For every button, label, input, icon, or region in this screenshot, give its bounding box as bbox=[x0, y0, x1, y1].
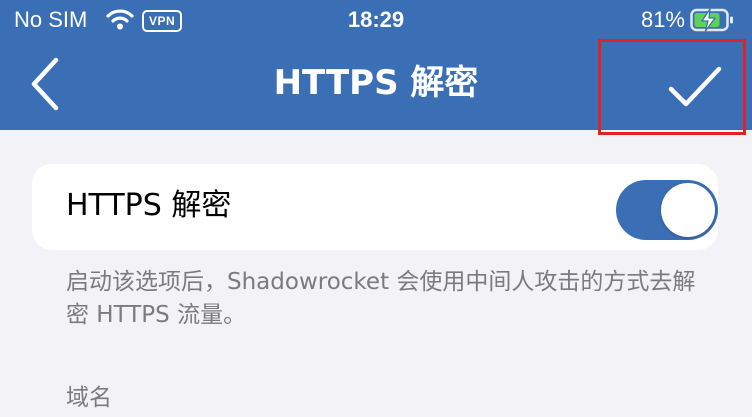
description-text: 启动该选项后，Shadowrocket 会使用中间人攻击的方式去解密 HTTPS… bbox=[66, 269, 696, 328]
status-time: 18:29 bbox=[347, 7, 405, 32]
checkmark-icon bbox=[668, 66, 722, 107]
top-bar: No SIM VPN 18:29 81% HTTPS 解密 bbox=[0, 0, 752, 135]
https-decryption-toggle[interactable] bbox=[616, 180, 718, 240]
toggle-knob bbox=[661, 183, 715, 237]
battery-percentage: 81% bbox=[640, 7, 685, 32]
https-decryption-row: HTTPS 解密 bbox=[32, 164, 718, 250]
confirm-button[interactable] bbox=[598, 39, 746, 135]
settings-content: HTTPS 解密 启动该选项后，Shadowrocket 会使用中间人攻击的方式… bbox=[0, 130, 752, 417]
https-decryption-label: HTTPS 解密 bbox=[66, 188, 232, 223]
domain-section-label: 域名 bbox=[66, 385, 112, 411]
navigation-bar: HTTPS 解密 bbox=[0, 39, 752, 135]
battery-charging-icon bbox=[690, 7, 734, 33]
status-bar: No SIM VPN 18:29 81% bbox=[0, 0, 752, 40]
